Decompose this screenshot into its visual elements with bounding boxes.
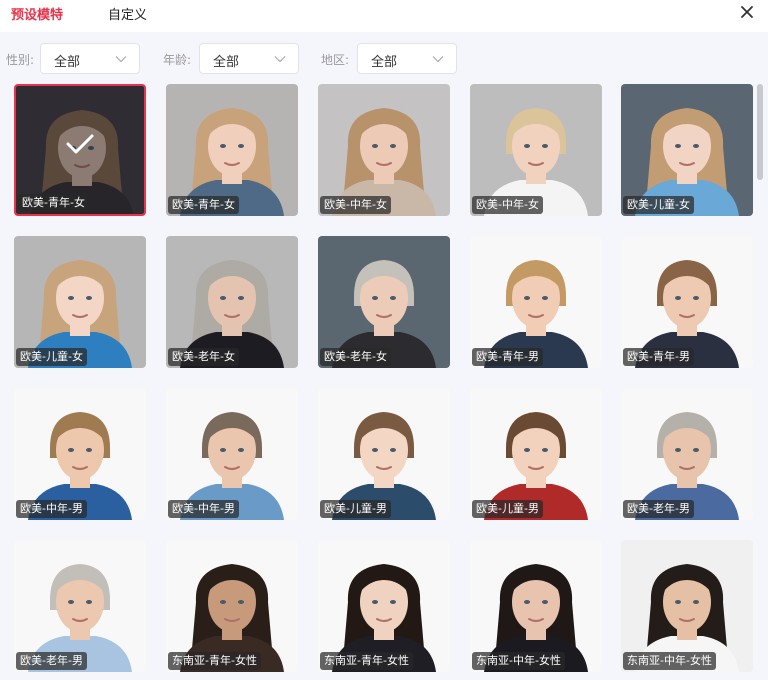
model-card[interactable]: 欧美-老年-男: [621, 388, 753, 520]
model-card[interactable]: 欧美-儿童-男: [318, 388, 450, 520]
model-label: 欧美-老年-男: [623, 500, 694, 518]
region-select-value: 全部: [371, 55, 398, 70]
model-card[interactable]: 东南亚-青年-女性: [318, 540, 450, 672]
model-label: 欧美-青年-男: [472, 348, 543, 366]
scrollbar-thumb[interactable]: [757, 84, 763, 180]
model-card[interactable]: 欧美-青年-男: [621, 236, 753, 368]
model-card[interactable]: 欧美-老年-女: [318, 236, 450, 368]
model-card[interactable]: 欧美-青年-女: [14, 84, 146, 216]
region-select[interactable]: 全部: [357, 43, 457, 74]
model-label: 欧美-中年-男: [16, 500, 87, 518]
model-panel: 性别: 全部 年龄: 全部 地区: 全部 欧美-青年-女 欧美-青年-女 欧美-…: [0, 32, 768, 680]
model-label: 东南亚-青年-女性: [168, 652, 261, 670]
filter-label-gender: 性别:: [6, 53, 35, 67]
filter-bar: 性别: 全部 年龄: 全部 地区: 全部: [0, 32, 768, 82]
model-card[interactable]: 东南亚-中年-女性: [470, 540, 602, 672]
model-label: 东南亚-中年-女性: [472, 652, 565, 670]
filter-label-region: 地区:: [321, 53, 350, 67]
model-label: 东南亚-青年-女性: [320, 652, 413, 670]
model-card[interactable]: 欧美-老年-男: [14, 540, 146, 672]
age-select[interactable]: 全部: [199, 43, 299, 74]
chevron-down-icon: [115, 56, 127, 63]
model-label: 欧美-青年-男: [623, 348, 694, 366]
model-card[interactable]: 欧美-中年-男: [166, 388, 298, 520]
model-card[interactable]: 欧美-老年-女: [166, 236, 298, 368]
close-button[interactable]: [738, 3, 756, 21]
model-card[interactable]: 东南亚-青年-女性: [166, 540, 298, 672]
close-icon: [741, 6, 753, 18]
model-label: 欧美-中年-女: [472, 196, 543, 214]
model-label: 欧美-老年-女: [320, 348, 391, 366]
model-label: 欧美-儿童-女: [16, 348, 87, 366]
model-card[interactable]: 欧美-中年-女: [318, 84, 450, 216]
filter-label-age: 年龄:: [163, 53, 192, 67]
model-label: 欧美-老年-女: [168, 348, 239, 366]
model-card[interactable]: 欧美-儿童-男: [470, 388, 602, 520]
model-label: 东南亚-中年-女性: [623, 652, 716, 670]
model-label: 欧美-儿童-女: [623, 196, 694, 214]
gender-select-value: 全部: [54, 55, 81, 70]
chevron-down-icon: [274, 56, 286, 63]
tab-preset-models[interactable]: 预设模特: [11, 4, 63, 23]
model-label: 欧美-中年-男: [168, 500, 239, 518]
checkmark-icon: [66, 134, 94, 154]
model-label: 欧美-儿童-男: [320, 500, 391, 518]
model-label: 欧美-老年-男: [16, 652, 87, 670]
age-select-value: 全部: [213, 55, 240, 70]
model-card[interactable]: 欧美-青年-女: [166, 84, 298, 216]
model-card[interactable]: 欧美-儿童-女: [621, 84, 753, 216]
model-label: 欧美-青年-女: [168, 196, 239, 214]
model-card[interactable]: 欧美-中年-女: [470, 84, 602, 216]
model-label: 欧美-中年-女: [320, 196, 391, 214]
model-label: 欧美-青年-女: [18, 194, 89, 212]
model-card[interactable]: 欧美-青年-男: [470, 236, 602, 368]
chevron-down-icon: [432, 56, 444, 63]
gender-select[interactable]: 全部: [40, 43, 140, 74]
model-label: 欧美-儿童-男: [472, 500, 543, 518]
model-card[interactable]: 欧美-儿童-女: [14, 236, 146, 368]
model-card[interactable]: 东南亚-中年-女性: [621, 540, 753, 672]
dialog-header: 预设模特 自定义: [0, 0, 768, 32]
tab-custom[interactable]: 自定义: [108, 4, 147, 23]
model-card[interactable]: 欧美-中年-男: [14, 388, 146, 520]
